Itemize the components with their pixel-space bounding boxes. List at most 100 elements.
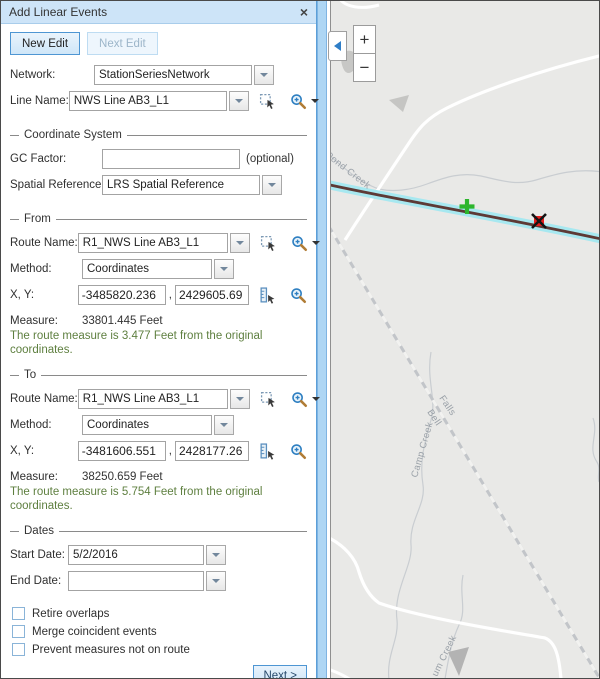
from-measure-note: The route measure is 3.477 Feet from the… xyxy=(10,330,306,357)
chevron-down-icon xyxy=(260,73,268,77)
zoom-to-point-icon[interactable] xyxy=(290,287,307,304)
from-method-row: Method: Coordinates xyxy=(10,259,307,279)
select-on-map-icon[interactable] xyxy=(260,235,277,252)
map-canvas: Pond Creek Camp Creek Falls Bell um Cree… xyxy=(331,0,599,679)
creek-line xyxy=(593,418,599,482)
to-route-name-value[interactable]: R1_NWS Line AB3_L1 xyxy=(78,389,228,409)
collapse-panel-button[interactable] xyxy=(328,31,347,61)
next-button[interactable]: Next > xyxy=(253,665,307,679)
zoom-to-feature-icon[interactable] xyxy=(290,93,307,110)
to-method-dropdown-button[interactable] xyxy=(214,415,234,435)
to-route-dropdown-button[interactable] xyxy=(230,389,250,409)
merge-coincident-events-row: Merge coincident events xyxy=(10,623,307,640)
to-x-input[interactable] xyxy=(78,441,166,461)
from-measure-value: 33801.445 Feet xyxy=(82,315,163,327)
panel-header: Add Linear Events × xyxy=(1,1,316,24)
from-route-name-combobox[interactable]: R1_NWS Line AB3_L1 xyxy=(78,233,250,253)
from-method-dropdown-button[interactable] xyxy=(214,259,234,279)
chevron-down-icon xyxy=(212,579,220,583)
from-method-combobox[interactable]: Coordinates xyxy=(82,259,234,279)
end-date-combobox[interactable] xyxy=(68,571,226,591)
zoom-out-button[interactable]: − xyxy=(353,53,376,82)
zoom-options-chevron-icon[interactable] xyxy=(312,397,320,401)
railroad-dashes xyxy=(331,220,599,679)
zoom-to-point-icon[interactable] xyxy=(290,443,307,460)
to-measure-note: The route measure is 5.754 Feet from the… xyxy=(10,486,306,513)
prevent-measures-checkbox[interactable] xyxy=(12,643,25,656)
spatial-reference-combobox[interactable]: LRS Spatial Reference xyxy=(102,175,282,195)
to-method-value[interactable]: Coordinates xyxy=(82,415,212,435)
section-dates: Dates xyxy=(10,525,307,537)
close-icon[interactable]: × xyxy=(300,5,308,19)
to-route-name-row: Route Name: R1_NWS Line AB3_L1 xyxy=(10,389,307,409)
road xyxy=(331,668,351,679)
to-method-row: Method: Coordinates xyxy=(10,415,307,435)
pick-coordinates-icon[interactable] xyxy=(259,287,276,304)
from-route-name-label: Route Name: xyxy=(10,237,78,249)
from-method-value[interactable]: Coordinates xyxy=(82,259,212,279)
select-on-map-icon[interactable] xyxy=(259,93,276,110)
from-route-name-value[interactable]: R1_NWS Line AB3_L1 xyxy=(78,233,228,253)
road xyxy=(339,0,379,7)
footer-row: Next > xyxy=(10,665,307,679)
from-y-input[interactable] xyxy=(175,285,249,305)
spatial-reference-value[interactable]: LRS Spatial Reference xyxy=(102,175,260,195)
chevron-down-icon xyxy=(235,99,243,103)
new-edit-button[interactable]: New Edit xyxy=(10,32,80,55)
gc-factor-row: GC Factor: (optional) xyxy=(10,149,307,169)
merge-coincident-events-checkbox[interactable] xyxy=(12,625,25,638)
from-route-dropdown-button[interactable] xyxy=(230,233,250,253)
spatial-reference-dropdown-button[interactable] xyxy=(262,175,282,195)
to-y-input[interactable] xyxy=(175,441,249,461)
line-name-combobox[interactable]: NWS Line AB3_L1 xyxy=(69,91,249,111)
to-route-name-combobox[interactable]: R1_NWS Line AB3_L1 xyxy=(78,389,250,409)
from-xy-label: X, Y: xyxy=(10,289,78,301)
chevron-down-icon xyxy=(268,183,276,187)
zoom-options-chevron-icon[interactable] xyxy=(312,241,320,245)
to-method-combobox[interactable]: Coordinates xyxy=(82,415,234,435)
end-date-dropdown-button[interactable] xyxy=(206,571,226,591)
xy-separator: , xyxy=(169,445,172,457)
start-date-row: Start Date: 5/2/2016 xyxy=(10,545,307,565)
line-name-value[interactable]: NWS Line AB3_L1 xyxy=(69,91,227,111)
start-date-label: Start Date: xyxy=(10,549,68,561)
next-edit-button[interactable]: Next Edit xyxy=(87,32,158,55)
prevent-measures-label: Prevent measures not on route xyxy=(32,644,190,656)
from-measure-row: Measure: 33801.445 Feet xyxy=(10,315,307,327)
options-checkbox-group: Retire overlaps Merge coincident events … xyxy=(10,605,307,659)
map-zoom-control: + − xyxy=(353,25,376,82)
zoom-to-feature-icon[interactable] xyxy=(291,235,308,252)
to-measure-value: 38250.659 Feet xyxy=(82,471,163,483)
to-xy-label: X, Y: xyxy=(10,445,78,457)
edit-buttons-row: New Edit Next Edit xyxy=(10,32,307,55)
zoom-in-button[interactable]: + xyxy=(353,25,376,54)
retire-overlaps-label: Retire overlaps xyxy=(32,608,109,620)
start-date-dropdown-button[interactable] xyxy=(206,545,226,565)
zoom-options-chevron-icon[interactable] xyxy=(311,99,319,103)
start-date-combobox[interactable]: 5/2/2016 xyxy=(68,545,226,565)
line-name-label: Line Name: xyxy=(10,95,69,107)
from-x-input[interactable] xyxy=(78,285,166,305)
spatial-reference-label: Spatial Reference: xyxy=(10,179,102,191)
network-combobox[interactable]: StationSeriesNetwork xyxy=(94,65,274,85)
chevron-down-icon xyxy=(236,397,244,401)
end-date-value[interactable] xyxy=(68,571,204,591)
network-dropdown-button[interactable] xyxy=(254,65,274,85)
line-name-dropdown-button[interactable] xyxy=(229,91,249,111)
zoom-to-feature-icon[interactable] xyxy=(291,391,308,408)
select-on-map-icon[interactable] xyxy=(260,391,277,408)
gc-factor-input[interactable] xyxy=(102,149,240,169)
network-value[interactable]: StationSeriesNetwork xyxy=(94,65,252,85)
to-point-marker xyxy=(532,214,546,228)
pond-shape xyxy=(389,95,409,112)
section-to: To xyxy=(10,369,307,381)
add-linear-events-panel: Add Linear Events × New Edit Next Edit N… xyxy=(0,0,317,679)
from-method-label: Method: xyxy=(10,263,82,275)
retire-overlaps-checkbox[interactable] xyxy=(12,607,25,620)
xy-separator: , xyxy=(169,289,172,301)
network-label: Network: xyxy=(10,69,94,81)
start-date-value[interactable]: 5/2/2016 xyxy=(68,545,204,565)
end-date-label: End Date: xyxy=(10,575,68,587)
pick-coordinates-icon[interactable] xyxy=(259,443,276,460)
map-viewport[interactable]: Pond Creek Camp Creek Falls Bell um Cree… xyxy=(330,0,599,679)
